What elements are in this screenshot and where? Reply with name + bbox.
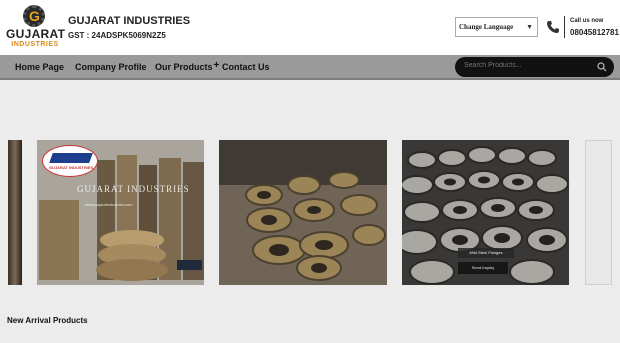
language-select-value: Change Language xyxy=(459,23,514,31)
slide-flange-pile[interactable] xyxy=(219,140,387,285)
section-title-new-arrivals: New Arrival Products xyxy=(7,316,88,325)
search-input[interactable] xyxy=(464,62,584,69)
gujarat-industries-badge: GUJARAT INDUSTRIES xyxy=(42,145,98,177)
logo-word-gujarat: GUJARAT xyxy=(6,27,66,41)
company-logo[interactable]: GUJARAT INDUSTRIES xyxy=(6,5,66,51)
contact-divider xyxy=(564,16,565,38)
nav-item-company-profile[interactable]: Company Profile xyxy=(75,62,147,72)
gear-logo-icon xyxy=(23,5,45,27)
slide-flange-stack[interactable]: GUJARAT INDUSTRIES GUJARAT INDUSTRIES ww… xyxy=(37,140,204,285)
language-select[interactable]: Change Language ▼ xyxy=(455,17,538,37)
slide-partial-right[interactable] xyxy=(585,140,612,285)
phone-icon xyxy=(547,21,559,33)
site-header: GUJARAT INDUSTRIES GUJARAT INDUSTRIES GS… xyxy=(0,0,620,55)
logo-word-industries: INDUSTRIES xyxy=(11,41,59,48)
nav-item-home[interactable]: Home Page xyxy=(15,62,64,72)
image-watermark: GUJARAT INDUSTRIES xyxy=(77,184,190,194)
phone-number[interactable]: 08045812781 xyxy=(570,28,619,37)
slide-ss-flanges[interactable]: Mild Steel Flanges Send Inquiry xyxy=(402,140,569,285)
image-watermark-url: www.gujaratindustries.com xyxy=(85,202,133,207)
badge-text: GUJARAT INDUSTRIES xyxy=(48,165,94,170)
nav-item-contact[interactable]: Contact Us xyxy=(222,62,270,72)
product-caption: Mild Steel Flanges xyxy=(458,248,514,258)
search-bar xyxy=(455,57,614,77)
flange-pile-image xyxy=(219,140,387,285)
call-us-label: Call us now xyxy=(570,18,604,24)
send-inquiry-button[interactable]: Send Inquiry xyxy=(458,262,508,274)
company-name[interactable]: GUJARAT INDUSTRIES xyxy=(68,15,190,27)
gst-number: GST : 24ADSPK5069N2Z5 xyxy=(68,31,166,40)
chevron-down-icon: ▼ xyxy=(526,23,533,31)
product-image-slider[interactable]: GUJARAT INDUSTRIES GUJARAT INDUSTRIES ww… xyxy=(0,140,620,285)
nav-item-our-products[interactable]: Our Products+ xyxy=(155,60,220,73)
slide-partial-left[interactable] xyxy=(8,140,22,285)
badge-wing-shape xyxy=(49,153,93,163)
nav-item-our-products-label: Our Products xyxy=(155,62,213,72)
search-icon[interactable] xyxy=(597,62,607,72)
plus-icon: + xyxy=(213,60,220,71)
